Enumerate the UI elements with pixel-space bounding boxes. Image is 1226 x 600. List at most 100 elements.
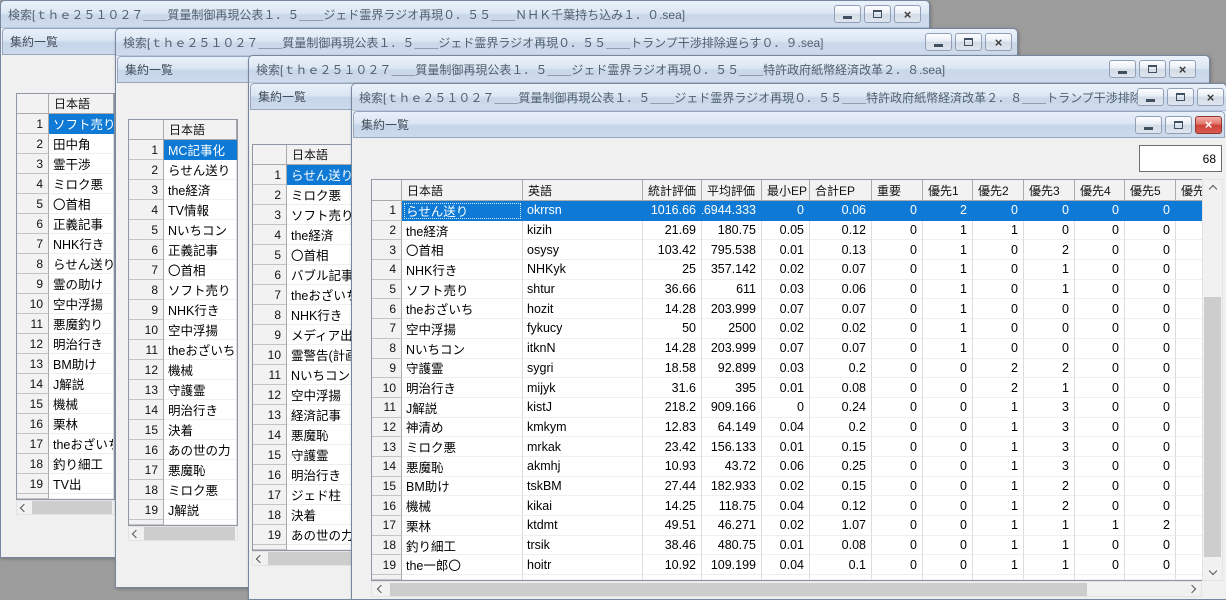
list-item[interactable]: 正義記事 xyxy=(164,240,237,260)
list-item[interactable]: ジェド柱 xyxy=(287,485,360,505)
list-item[interactable]: NHK行き xyxy=(287,305,360,325)
table-cell[interactable]: 0 xyxy=(1075,358,1125,379)
table-cell[interactable]: 0.04 xyxy=(762,496,810,516)
table-cell[interactable]: 釣り細工 xyxy=(402,535,523,556)
table-cell[interactable]: trsik xyxy=(523,535,643,556)
table-cell[interactable]: 49.51 xyxy=(643,516,702,536)
table-cell[interactable]: 1 xyxy=(973,535,1024,556)
row-number[interactable]: 8 xyxy=(253,305,287,325)
table-cell[interactable]: BM助け xyxy=(402,476,523,497)
list-item[interactable]: NHK行き xyxy=(164,300,237,320)
row-number[interactable]: 17 xyxy=(253,485,287,505)
table-cell[interactable]: 3 xyxy=(1024,417,1075,438)
column-header[interactable]: 優先 xyxy=(1176,180,1203,201)
table-cell[interactable] xyxy=(1176,397,1203,418)
table-cell[interactable]: 1.07 xyxy=(810,516,872,536)
vertical-scrollbar[interactable] xyxy=(1202,179,1223,581)
table-cell[interactable]: 0 xyxy=(872,496,923,516)
table-cell[interactable]: 21.69 xyxy=(643,220,702,241)
table-cell[interactable]: 0.05 xyxy=(762,220,810,241)
list-item[interactable]: J解説 xyxy=(49,374,114,394)
table-cell[interactable] xyxy=(1176,201,1203,221)
table-cell[interactable]: 0 xyxy=(872,260,923,280)
table-cell[interactable]: 16944.333 xyxy=(702,201,762,221)
table-cell[interactable]: 395 xyxy=(702,378,762,398)
table-cell[interactable]: itknN xyxy=(523,338,643,359)
table-cell[interactable]: 46.271 xyxy=(702,516,762,536)
table-cell[interactable] xyxy=(1176,456,1203,477)
table-cell[interactable]: 0 xyxy=(923,496,973,516)
row-number[interactable]: 2 xyxy=(17,134,49,154)
table-cell[interactable]: 0.02 xyxy=(762,319,810,339)
row-number[interactable]: 11 xyxy=(253,365,287,385)
table-cell[interactable]: 0 xyxy=(923,437,973,457)
table-cell[interactable]: 0 xyxy=(923,397,973,418)
list-item[interactable]: theおざいち xyxy=(49,434,114,454)
row-number[interactable]: 19 xyxy=(372,555,402,576)
table-cell[interactable]: 0 xyxy=(872,279,923,300)
table-cell[interactable]: 1 xyxy=(973,476,1024,497)
table-cell[interactable]: 31.6 xyxy=(643,378,702,398)
table-cell[interactable]: 0.15 xyxy=(810,437,872,457)
column-header[interactable]: 日本語 xyxy=(402,180,523,201)
table-cell[interactable]: 3 xyxy=(1024,437,1075,457)
table-cell[interactable]: 空中浮揚 xyxy=(402,319,523,339)
table-cell[interactable]: 0 xyxy=(1075,338,1125,359)
row-number[interactable]: 16 xyxy=(17,414,49,434)
column-header[interactable]: 重要 xyxy=(872,180,923,201)
row-number[interactable]: 4 xyxy=(129,200,164,220)
row-number[interactable]: 2 xyxy=(253,185,287,205)
list-item[interactable]: NHK行き xyxy=(49,234,114,254)
table-cell[interactable]: 14.28 xyxy=(643,338,702,359)
table-cell[interactable]: 0.2 xyxy=(810,417,872,438)
table-cell[interactable]: 機械 xyxy=(402,496,523,516)
table-cell[interactable]: 0 xyxy=(872,319,923,339)
table-cell[interactable]: 103.42 xyxy=(643,240,702,261)
table-cell[interactable]: 0 xyxy=(923,535,973,556)
table-cell[interactable]: 43.72 xyxy=(702,456,762,477)
table-cell[interactable]: 1 xyxy=(973,220,1024,241)
close-button[interactable]: × xyxy=(1195,115,1222,134)
column-header[interactable]: 優先4 xyxy=(1075,180,1125,201)
row-number[interactable]: 8 xyxy=(372,338,402,359)
table-cell[interactable]: 0 xyxy=(973,260,1024,280)
scrollbar-thumb[interactable] xyxy=(144,527,235,540)
list-item[interactable]: バブル記事 xyxy=(287,265,360,285)
table-cell[interactable]: 0.01 xyxy=(762,240,810,261)
list-item[interactable]: BM助け xyxy=(49,354,114,374)
list-item[interactable]: MC記事化 xyxy=(164,140,237,160)
table-cell[interactable]: 0 xyxy=(1024,201,1075,221)
table-cell[interactable]: 0 xyxy=(1075,260,1125,280)
maximize-button[interactable] xyxy=(864,5,891,23)
table-cell[interactable]: 180.75 xyxy=(702,220,762,241)
table-cell[interactable]: 10.92 xyxy=(643,555,702,576)
table-cell[interactable]: 14.25 xyxy=(643,496,702,516)
row-number[interactable]: 19 xyxy=(129,500,164,520)
table-cell[interactable]: 156.133 xyxy=(702,437,762,457)
table-cell[interactable]: 0 xyxy=(1075,417,1125,438)
list-item[interactable]: J解説 xyxy=(164,500,237,520)
table-cell[interactable]: 203.999 xyxy=(702,299,762,320)
table-cell[interactable]: 611 xyxy=(702,279,762,300)
row-number[interactable]: 17 xyxy=(372,516,402,536)
table-cell[interactable]: J解説 xyxy=(402,397,523,418)
table-cell[interactable]: 0.08 xyxy=(810,535,872,556)
table-cell[interactable]: 0 xyxy=(1075,201,1125,221)
list-item[interactable]: ソフト売り xyxy=(164,280,237,300)
row-number[interactable]: 1 xyxy=(253,165,287,185)
table-cell[interactable]: 1 xyxy=(1024,260,1075,280)
table-cell[interactable]: 3 xyxy=(1024,397,1075,418)
table-cell[interactable]: 1 xyxy=(923,220,973,241)
row-number[interactable]: 7 xyxy=(17,234,49,254)
list-item[interactable]: あの世の力 xyxy=(164,440,237,460)
table-cell[interactable]: 0.2 xyxy=(810,358,872,379)
table-cell[interactable]: 0 xyxy=(923,555,973,576)
row-number[interactable]: 18 xyxy=(253,505,287,525)
close-button[interactable]: × xyxy=(985,33,1012,51)
table-cell[interactable]: sygri xyxy=(523,358,643,379)
table-cell[interactable]: 1016.66 xyxy=(643,201,702,221)
window-titlebar[interactable]: 検索[ｔｈｅ２５１０２７＿＿質量制御再現公表１．５＿＿ジェド霊界ラジオ再現０．５… xyxy=(249,56,1209,83)
list-item[interactable]: 霊干渉 xyxy=(49,154,114,174)
list-item[interactable]: メディア出る xyxy=(287,325,360,345)
table-cell[interactable]: 0 xyxy=(923,358,973,379)
